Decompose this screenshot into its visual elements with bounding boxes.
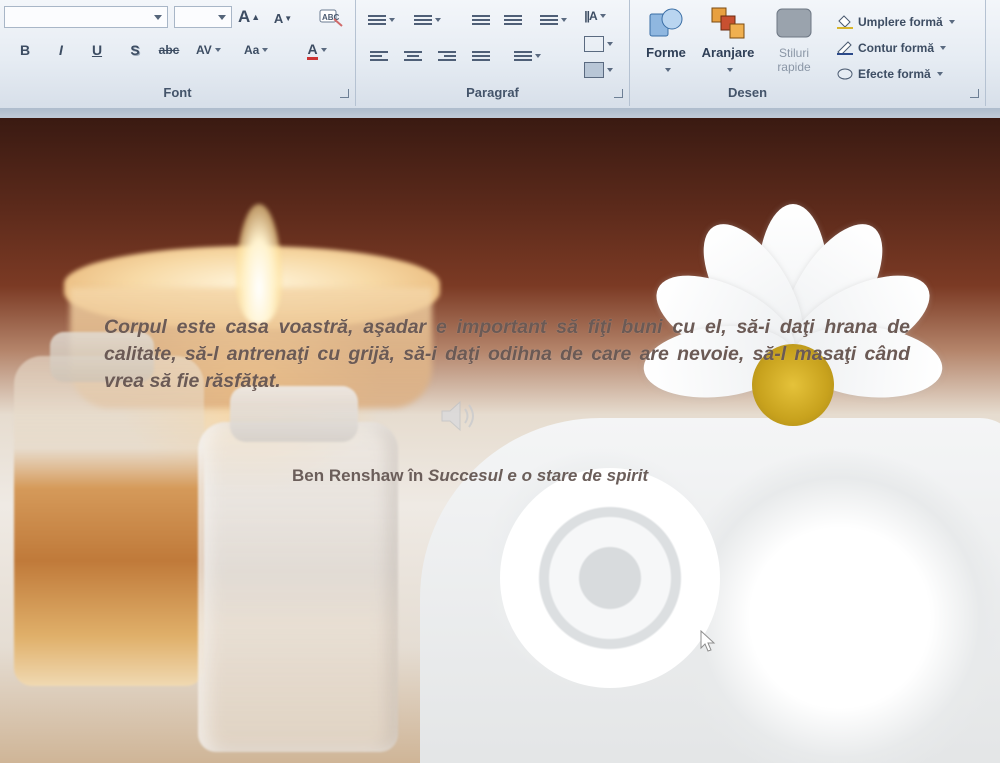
shape-fill-button[interactable]: Umplere formă	[836, 12, 955, 32]
quick-styles-icon	[774, 6, 814, 40]
font-group: A ▲ A ▼ ABC B I U S abc AV Aa A Font	[0, 0, 356, 106]
numbering-icon	[414, 15, 432, 25]
bold-button[interactable]: B	[14, 38, 36, 62]
shape-effects-icon	[836, 67, 854, 81]
clear-formatting-icon: ABC	[319, 9, 343, 27]
text-shadow-button[interactable]: S	[124, 38, 146, 62]
smartart-icon	[584, 62, 604, 78]
shape-effects-button[interactable]: Efecte formă	[836, 64, 943, 84]
arrange-button[interactable]: Aranjare	[698, 6, 758, 86]
underline-icon: U	[91, 42, 103, 58]
paint-bucket-icon	[836, 15, 854, 29]
strikethrough-icon: abc	[158, 43, 180, 57]
shrink-font-button[interactable]: A ▼	[272, 6, 294, 30]
decrease-indent-icon	[472, 15, 490, 25]
drawing-dialog-launcher-icon[interactable]	[970, 89, 979, 98]
convert-smartart-button[interactable]	[584, 58, 613, 82]
towel-roll-image	[500, 468, 720, 688]
line-spacing-button[interactable]	[540, 8, 567, 32]
ribbon: A ▲ A ▼ ABC B I U S abc AV Aa A Font ||A P…	[0, 0, 1000, 109]
character-spacing-icon: AV	[196, 43, 212, 57]
align-text-icon	[584, 36, 604, 52]
shape-outline-button[interactable]: Contur formă	[836, 38, 946, 58]
paragraph-group-label: Paragraf	[466, 85, 519, 100]
change-case-icon: Aa	[244, 43, 260, 57]
author-name: Ben Renshaw în	[292, 466, 429, 485]
amber-oil-bottle-image	[14, 356, 204, 686]
change-case-button[interactable]: Aa	[244, 38, 269, 62]
justify-button[interactable]	[470, 44, 492, 68]
font-size-dropdown[interactable]	[174, 6, 232, 28]
decrease-indent-button[interactable]	[470, 8, 492, 32]
drawing-group: Forme Aranjare Stiluri rapide Umplere fo…	[630, 0, 986, 106]
mouse-cursor-icon	[700, 630, 716, 652]
book-title: Succesul e o stare de spirit	[428, 466, 649, 485]
font-dialog-launcher-icon[interactable]	[340, 89, 349, 98]
columns-button[interactable]	[514, 44, 541, 68]
font-color-button[interactable]: A	[306, 38, 328, 62]
shapes-button[interactable]: Forme	[636, 6, 696, 86]
columns-icon	[514, 51, 532, 61]
font-group-label: Font	[163, 85, 192, 100]
underline-button[interactable]: U	[86, 38, 108, 62]
font-name-dropdown[interactable]	[4, 6, 168, 28]
grow-font-icon: A	[238, 7, 251, 26]
text-shadow-icon: S	[130, 42, 140, 58]
clear-formatting-button[interactable]: ABC	[316, 5, 346, 29]
align-left-button[interactable]	[368, 44, 390, 68]
strikethrough-button[interactable]: abc	[158, 38, 180, 62]
pen-outline-icon	[836, 41, 854, 56]
numbering-button[interactable]	[414, 8, 441, 32]
align-right-icon	[438, 51, 456, 61]
paragraph-dialog-launcher-icon[interactable]	[614, 89, 623, 98]
justify-icon	[472, 51, 490, 61]
grow-font-button[interactable]: A ▲	[238, 5, 260, 29]
arrange-icon	[708, 6, 748, 40]
quote-textbox[interactable]: Corpul este casa voastră, aşadar e impor…	[104, 314, 910, 395]
shapes-icon	[646, 6, 686, 40]
increase-indent-icon	[504, 15, 522, 25]
increase-indent-button[interactable]	[502, 8, 524, 32]
italic-button[interactable]: I	[50, 38, 72, 62]
attribution-textbox[interactable]: Ben Renshaw în Succesul e o stare de spi…	[292, 466, 832, 486]
candle-flame-image	[236, 204, 282, 324]
quick-styles-button[interactable]: Stiluri rapide	[764, 6, 824, 86]
align-left-icon	[370, 51, 388, 61]
slide-canvas[interactable]: Corpul este casa voastră, aşadar e impor…	[0, 118, 1000, 763]
align-right-button[interactable]	[436, 44, 458, 68]
bullets-icon	[368, 15, 386, 25]
text-direction-icon: ||A	[584, 9, 597, 23]
character-spacing-button[interactable]: AV	[196, 38, 221, 62]
paragraph-group: ||A Paragraf	[356, 0, 630, 106]
italic-icon: I	[59, 42, 63, 58]
font-color-icon: A	[307, 41, 318, 60]
align-text-button[interactable]	[584, 32, 613, 56]
drawing-group-label: Desen	[727, 85, 768, 100]
text-direction-button[interactable]: ||A	[584, 4, 606, 28]
speaker-icon[interactable]	[436, 396, 480, 436]
line-spacing-icon	[540, 15, 558, 25]
bullets-button[interactable]	[368, 8, 395, 32]
bold-icon: B	[19, 42, 31, 58]
shrink-font-icon: A	[273, 10, 284, 26]
align-center-button[interactable]	[402, 44, 424, 68]
align-center-icon	[404, 51, 422, 61]
